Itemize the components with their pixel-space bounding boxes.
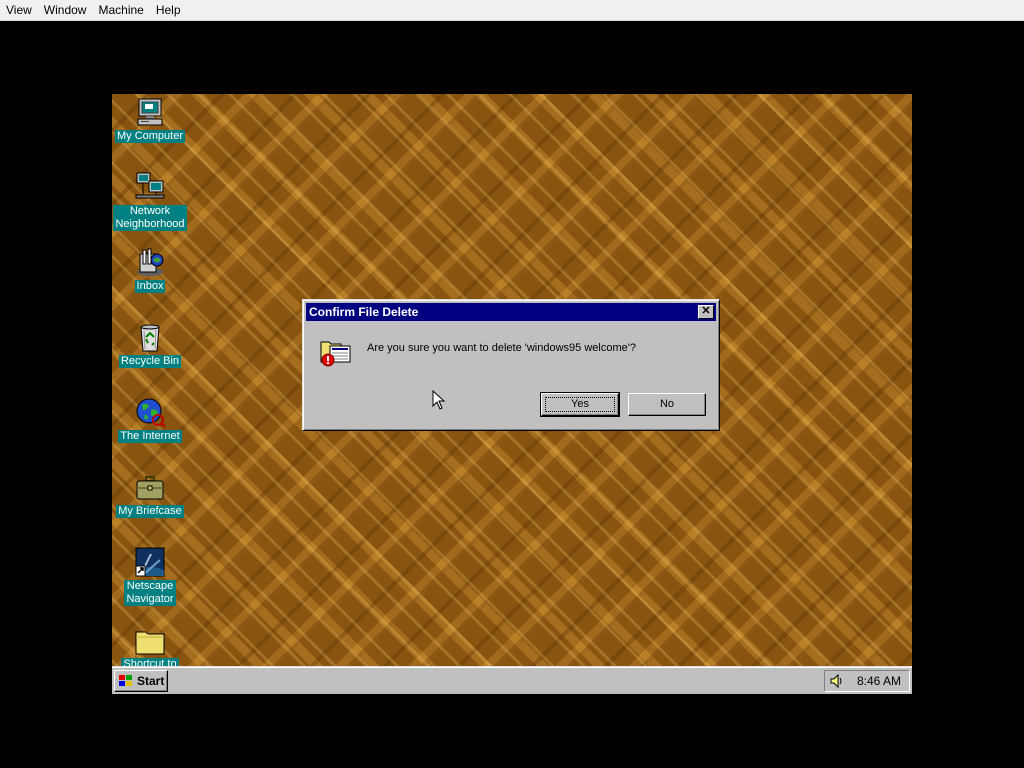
folder-icon	[134, 624, 166, 656]
host-menu-view[interactable]: View	[0, 0, 38, 20]
desktop-icon-label: Recycle Bin	[118, 355, 182, 368]
close-icon: ✕	[701, 305, 711, 317]
desktop-icon-label: Network Neighborhood	[113, 205, 187, 231]
windows-logo-icon	[118, 674, 134, 688]
start-label: Start	[137, 674, 165, 688]
host-menubar: View Window Machine Help	[0, 0, 1024, 21]
netscape-icon	[134, 546, 166, 578]
desktop-icon-label: The Internet	[118, 430, 182, 443]
desktop-icon-label: Inbox	[134, 280, 166, 293]
desktop-icon-my-computer[interactable]: My Computer	[112, 96, 188, 143]
dialog-message: Are you sure you want to delete 'windows…	[367, 342, 636, 354]
desktop-icon-network-neighborhood[interactable]: Network Neighborhood	[112, 171, 188, 231]
dialog-titlebar[interactable]: Confirm File Delete ✕	[306, 303, 716, 321]
desktop-icon-my-briefcase[interactable]: My Briefcase	[112, 471, 188, 518]
desktop-icon-shortcut-folder[interactable]: Shortcut to	[112, 624, 188, 671]
host-menu-help[interactable]: Help	[150, 0, 187, 20]
system-tray: 8:46 AM	[824, 670, 910, 692]
network-neighborhood-icon	[134, 171, 166, 203]
yes-button[interactable]: Yes	[540, 392, 620, 417]
no-button[interactable]: No	[628, 393, 706, 416]
desktop-icon-inbox[interactable]: Inbox	[112, 246, 188, 293]
host-menu-window[interactable]: Window	[38, 0, 93, 20]
no-button-label: No	[659, 398, 675, 410]
clock[interactable]: 8:46 AM	[857, 674, 901, 688]
delete-file-warning-icon	[319, 334, 353, 368]
yes-button-label: Yes	[571, 398, 589, 410]
confirm-delete-dialog[interactable]: Confirm File Delete ✕ Are you sure you w…	[302, 299, 720, 431]
desktop-icon-label: My Computer	[114, 130, 186, 143]
guest-desktop[interactable]: My Computer Network Neighborhood Inbox R…	[112, 94, 912, 694]
desktop-icon-label: Netscape Navigator	[124, 580, 176, 606]
recycle-bin-icon	[134, 321, 166, 353]
close-button[interactable]: ✕	[698, 305, 714, 319]
dialog-title: Confirm File Delete	[309, 305, 419, 319]
desktop-icon-recycle-bin[interactable]: Recycle Bin	[112, 321, 188, 368]
my-computer-icon	[134, 96, 166, 128]
desktop-icon-the-internet[interactable]: The Internet	[112, 396, 188, 443]
speaker-icon[interactable]	[829, 673, 845, 689]
mouse-cursor-icon	[432, 389, 446, 410]
desktop-icon-label: My Briefcase	[116, 505, 184, 518]
desktop-icon-netscape-navigator[interactable]: Netscape Navigator	[112, 546, 188, 606]
inbox-icon	[134, 246, 166, 278]
start-button[interactable]: Start	[114, 670, 168, 692]
internet-icon	[134, 396, 166, 428]
briefcase-icon	[134, 471, 166, 503]
taskbar: Start 8:46 AM	[112, 666, 912, 694]
host-menu-machine[interactable]: Machine	[92, 0, 149, 20]
